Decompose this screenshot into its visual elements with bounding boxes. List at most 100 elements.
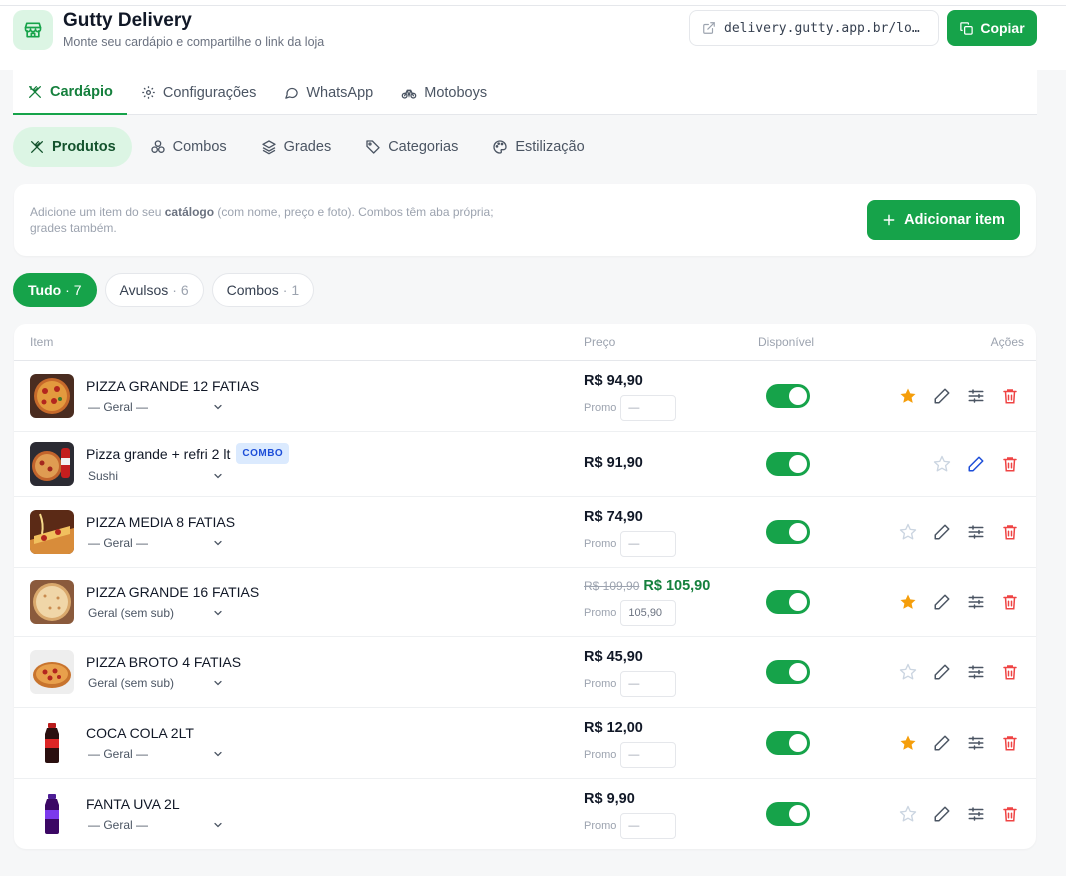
promo-label: Promo xyxy=(584,607,617,619)
trash-icon[interactable] xyxy=(1001,523,1019,541)
pencil-icon[interactable] xyxy=(933,734,951,752)
tab-configuracoes[interactable]: Configurações xyxy=(127,70,271,115)
product-thumbnail xyxy=(30,792,74,836)
sliders-icon[interactable] xyxy=(967,387,985,405)
add-item-button[interactable]: Adicionar item xyxy=(867,200,1020,240)
product-thumbnail xyxy=(30,721,74,765)
trash-icon[interactable] xyxy=(1001,593,1019,611)
sliders-icon[interactable] xyxy=(967,523,985,541)
available-toggle[interactable] xyxy=(766,520,810,544)
promo-label: Promo xyxy=(584,538,617,550)
tab-label: WhatsApp xyxy=(306,84,374,101)
category-select[interactable]: Geral (sem sub) xyxy=(88,606,224,620)
trash-icon[interactable] xyxy=(1001,805,1019,823)
price-value: R$ 9,90 xyxy=(584,791,635,807)
tab-whatsapp[interactable]: WhatsApp xyxy=(270,70,387,115)
category-value: Geral (sem sub) xyxy=(88,676,175,690)
store-url-field[interactable]: delivery.gutty.app.br/lo… xyxy=(689,10,939,46)
star-filled-icon[interactable] xyxy=(899,734,917,752)
sliders-icon[interactable] xyxy=(967,734,985,752)
available-toggle[interactable] xyxy=(766,452,810,476)
subtab-categorias[interactable]: Categorias xyxy=(349,127,474,167)
filter-combos[interactable]: Combos · 1 xyxy=(211,273,315,307)
promo-input[interactable]: 105,90 xyxy=(620,600,677,626)
star-outline-icon[interactable] xyxy=(899,805,917,823)
available-toggle[interactable] xyxy=(766,590,810,614)
copy-link-button[interactable]: Copiar xyxy=(947,10,1037,46)
chevron-down-icon xyxy=(214,751,222,757)
subtab-grades[interactable]: Grades xyxy=(245,127,348,167)
subtab-label: Categorias xyxy=(388,139,459,155)
star-filled-icon[interactable] xyxy=(899,593,917,611)
trash-icon[interactable] xyxy=(1001,663,1019,681)
store-url-text: delivery.gutty.app.br/lo… xyxy=(724,20,920,36)
chevron-down-icon xyxy=(214,610,222,616)
promo-field: Promo — xyxy=(584,395,677,421)
sliders-icon[interactable] xyxy=(967,663,985,681)
promo-label: Promo xyxy=(584,749,617,761)
subtab-label: Produtos xyxy=(52,139,116,155)
price-value: R$ 45,90 xyxy=(584,649,643,665)
sliders-icon[interactable] xyxy=(967,593,985,611)
star-outline-icon[interactable] xyxy=(899,663,917,681)
product-price: R$ 91,90 xyxy=(584,455,643,471)
promo-input[interactable]: — xyxy=(620,531,677,557)
palette-icon xyxy=(493,140,507,154)
pencil-icon[interactable] xyxy=(933,523,951,541)
subtab-combos[interactable]: Combos xyxy=(134,127,243,167)
available-toggle[interactable] xyxy=(766,802,810,826)
promo-input[interactable]: — xyxy=(620,671,677,697)
table-row: PIZZA GRANDE 16 FATIAS Geral (sem sub) R… xyxy=(14,568,1036,637)
product-name-text: PIZZA MEDIA 8 FATIAS xyxy=(86,514,236,530)
available-toggle[interactable] xyxy=(766,384,810,408)
promo-input[interactable]: — xyxy=(620,395,677,421)
col-price: Preço xyxy=(584,335,616,349)
category-select[interactable]: Geral (sem sub) xyxy=(88,676,224,690)
sub-tabs: Produtos Combos Grades Categorias Estili… xyxy=(13,127,601,167)
subtab-estilizacao[interactable]: Estilização xyxy=(476,127,600,167)
pencil-icon[interactable] xyxy=(967,455,985,473)
main-tabs: Cardápio Configurações WhatsApp Motoboys xyxy=(13,70,1037,115)
category-value: — Geral — xyxy=(88,400,149,414)
filter-label: Combos xyxy=(226,282,279,298)
promo-input[interactable]: — xyxy=(620,742,677,768)
table-row: PIZZA MEDIA 8 FATIAS — Geral — R$ 74,90 … xyxy=(14,497,1036,568)
star-outline-icon[interactable] xyxy=(933,455,951,473)
pencil-icon[interactable] xyxy=(933,805,951,823)
available-toggle[interactable] xyxy=(766,660,810,684)
table-row: COCA COLA 2LT — Geral — R$ 12,00 Promo — xyxy=(14,708,1036,779)
tab-motoboys[interactable]: Motoboys xyxy=(387,70,501,115)
trash-icon[interactable] xyxy=(1001,387,1019,405)
info-card: Adicione um item do seu catálogo (com no… xyxy=(14,184,1036,256)
product-name-text: COCA COLA 2LT xyxy=(86,725,194,741)
chat-bubble-icon xyxy=(285,87,299,99)
category-value: — Geral — xyxy=(88,536,149,550)
subtab-produtos[interactable]: Produtos xyxy=(13,127,132,167)
category-select[interactable]: — Geral — xyxy=(88,536,224,550)
category-select[interactable]: Sushi xyxy=(88,469,224,483)
pencil-icon[interactable] xyxy=(933,387,951,405)
product-price: R$ 109,90 R$ 105,90 xyxy=(584,578,710,594)
category-select[interactable]: — Geral — xyxy=(88,400,224,414)
star-filled-icon[interactable] xyxy=(899,387,917,405)
tab-cardapio[interactable]: Cardápio xyxy=(13,70,127,115)
pencil-icon[interactable] xyxy=(933,663,951,681)
category-select[interactable]: — Geral — xyxy=(88,818,224,832)
pencil-icon[interactable] xyxy=(933,593,951,611)
promo-field: Promo — xyxy=(584,813,677,839)
filter-avulsos[interactable]: Avulsos · 6 xyxy=(104,273,204,307)
chevron-down-icon xyxy=(214,680,222,686)
app-title: Gutty Delivery xyxy=(63,10,192,31)
filter-tudo[interactable]: Tudo · 7 xyxy=(13,273,97,307)
table-header: Item Preço Disponível Ações xyxy=(14,324,1036,361)
price-value: R$ 94,90 xyxy=(584,373,643,389)
sliders-icon[interactable] xyxy=(967,805,985,823)
promo-input[interactable]: — xyxy=(620,813,677,839)
star-outline-icon[interactable] xyxy=(899,523,917,541)
available-toggle[interactable] xyxy=(766,731,810,755)
old-price: R$ 109,90 xyxy=(584,579,640,593)
category-select[interactable]: — Geral — xyxy=(88,747,224,761)
trash-icon[interactable] xyxy=(1001,455,1019,473)
tab-label: Configurações xyxy=(162,84,257,101)
trash-icon[interactable] xyxy=(1001,734,1019,752)
